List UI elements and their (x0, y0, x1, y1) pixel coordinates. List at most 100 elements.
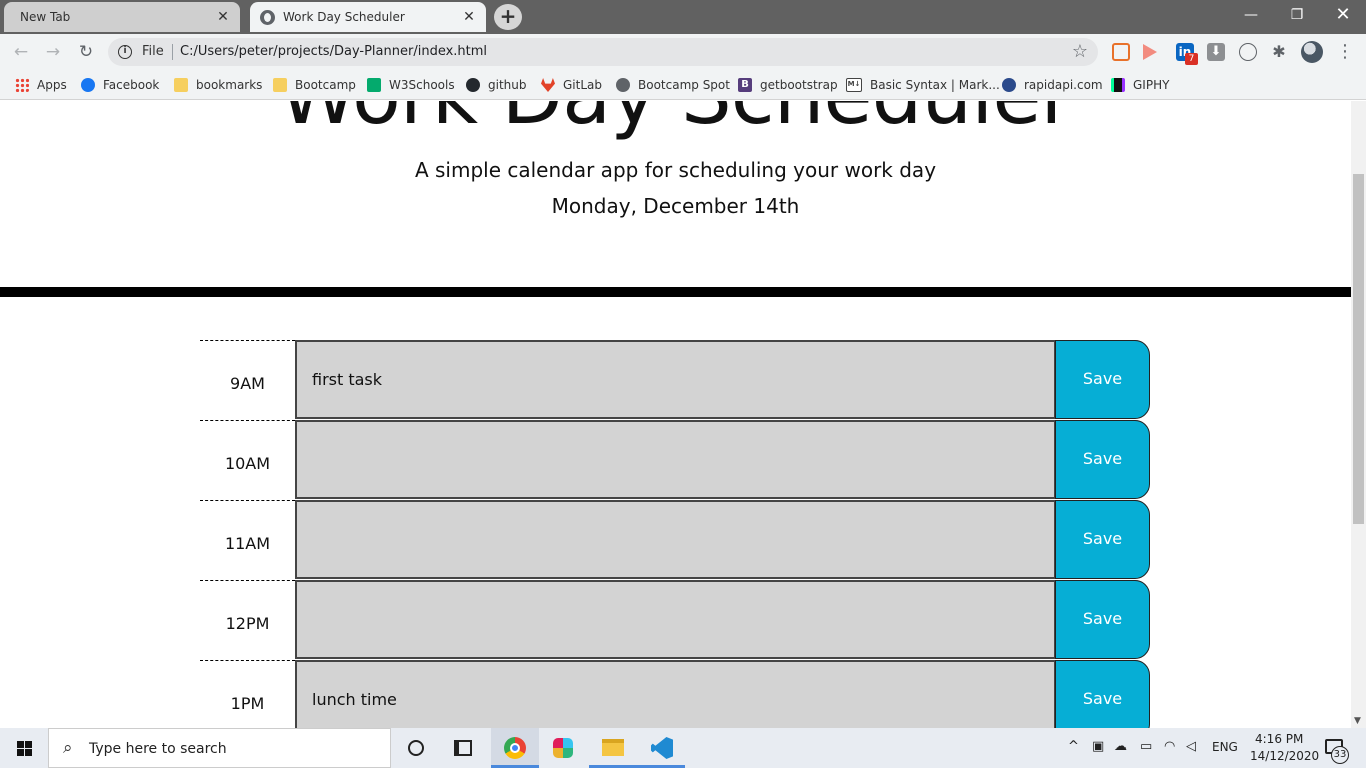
save-button[interactable]: Save (1055, 580, 1150, 659)
windows-start-icon[interactable] (0, 728, 48, 768)
profile-avatar[interactable] (1301, 41, 1323, 63)
taskbar-app-chrome[interactable] (491, 728, 539, 768)
wifi-icon[interactable]: ◠ (1164, 739, 1175, 754)
time-block-row: 10AM Save (200, 420, 1150, 500)
minimize-button[interactable]: — (1228, 4, 1274, 28)
puzzle-icon[interactable]: ✱ (1270, 43, 1288, 61)
page-viewport: Work Day Scheduler A simple calendar app… (0, 101, 1351, 728)
tab-title: Work Day Scheduler (283, 10, 405, 24)
file-explorer-icon (602, 739, 624, 756)
tab-new-tab[interactable]: New Tab ✕ (4, 2, 240, 32)
meet-now-icon[interactable]: ▣ (1092, 739, 1104, 754)
bookmark-star-icon[interactable]: ☆ (1072, 41, 1088, 62)
bookmark-bootcamp-spot[interactable]: Bootcamp Spot (616, 76, 730, 94)
tray-chevron-icon[interactable]: ^ (1068, 739, 1079, 754)
chrome-icon (504, 737, 526, 759)
bookmark-folder-bootcamp[interactable]: Bootcamp (273, 76, 356, 94)
folder-icon (273, 78, 287, 92)
bookmark-gitlab[interactable]: GitLab (541, 76, 602, 94)
bookmark-apps[interactable]: Apps (15, 76, 67, 94)
task-textarea[interactable] (295, 420, 1055, 499)
bookmark-label: rapidapi.com (1024, 78, 1103, 92)
save-button[interactable]: Save (1055, 340, 1150, 419)
save-button[interactable]: Save (1055, 500, 1150, 579)
search-placeholder: Type here to search (89, 741, 227, 757)
clock-date[interactable]: 14/12/2020 (1250, 749, 1319, 763)
address-bar[interactable]: i File C:/Users/peter/projects/Day-Plann… (108, 38, 1098, 66)
volume-icon[interactable]: ◁ (1186, 739, 1196, 754)
close-icon[interactable]: ✕ (214, 8, 232, 26)
save-button[interactable]: Save (1055, 420, 1150, 499)
bookmark-giphy[interactable]: GIPHY (1111, 76, 1169, 94)
github-icon (466, 78, 480, 92)
forward-button[interactable]: → (41, 40, 65, 64)
divider (172, 44, 173, 60)
tab-work-day-scheduler[interactable]: Work Day Scheduler ✕ (250, 2, 486, 32)
restore-button[interactable]: ❐ (1274, 4, 1320, 28)
bookmark-label: Bootcamp Spot (638, 78, 730, 92)
new-tab-button[interactable]: + (494, 4, 522, 30)
bookmark-facebook[interactable]: Facebook (81, 76, 159, 94)
taskbar-app-file-explorer[interactable] (589, 728, 637, 768)
task-textarea[interactable]: lunch time (295, 660, 1055, 728)
apps-grid-icon (15, 78, 29, 92)
hour-label: 9AM (200, 340, 295, 420)
bookmark-label: getbootstrap (760, 78, 838, 92)
reload-button[interactable]: ↻ (74, 40, 98, 64)
page-title: Work Day Scheduler (0, 101, 1351, 151)
rapidapi-icon (1002, 78, 1016, 92)
w3schools-icon (367, 78, 381, 92)
hour-label: 10AM (200, 420, 295, 500)
layout-extension-icon[interactable] (1112, 43, 1130, 61)
url-text[interactable]: C:/Users/peter/projects/Day-Planner/inde… (180, 44, 487, 59)
time-block-row: 9AM first task Save (200, 340, 1150, 420)
cast-extension-icon[interactable] (1143, 44, 1157, 60)
cortana-icon[interactable] (408, 740, 424, 756)
bookmark-label: bookmarks (196, 78, 263, 92)
scrollbar-thumb[interactable] (1353, 174, 1364, 524)
menu-icon[interactable]: ⋮ (1336, 40, 1354, 64)
task-textarea[interactable]: first task (295, 340, 1055, 419)
bookmark-getbootstrap[interactable]: Bgetbootstrap (738, 76, 838, 94)
bookmark-rapidapi[interactable]: rapidapi.com (1002, 76, 1103, 94)
windows-taskbar: ⌕ Type here to search ^ ▣ ☁ ▭ ◠ ◁ ENG 4:… (0, 728, 1366, 768)
bookmark-w3schools[interactable]: W3Schools (367, 76, 455, 94)
page-lead: A simple calendar app for scheduling you… (414, 158, 937, 182)
task-textarea[interactable] (295, 500, 1055, 579)
scheme-label: File (142, 44, 164, 59)
bootstrap-icon: B (738, 78, 752, 92)
taskbar-app-slack[interactable] (539, 728, 587, 768)
browser-toolbar: ← → ↻ i File C:/Users/peter/projects/Day… (0, 34, 1366, 70)
giphy-icon (1111, 78, 1125, 92)
hour-label: 12PM (200, 580, 295, 660)
scroll-down-arrow-icon[interactable]: ▼ (1354, 716, 1361, 726)
window-close-button[interactable]: ✕ (1320, 4, 1366, 28)
globe-icon (616, 78, 630, 92)
bookmark-label: GitLab (563, 78, 602, 92)
bookmark-label: Bootcamp (295, 78, 356, 92)
bookmark-markdown[interactable]: M↓ Basic Syntax | Mark... (846, 76, 1000, 94)
language-indicator[interactable]: ENG (1212, 740, 1238, 754)
clock-time[interactable]: 4:16 PM (1255, 732, 1303, 746)
task-view-icon[interactable] (454, 740, 472, 756)
bookmark-folder-bookmarks[interactable]: bookmarks (174, 76, 262, 94)
tab-title: New Tab (20, 10, 71, 24)
download-extension-icon[interactable]: ⬇ (1207, 43, 1225, 61)
onedrive-icon[interactable]: ☁ (1114, 739, 1127, 754)
bookmark-label: GIPHY (1133, 78, 1170, 92)
taskbar-app-vscode[interactable] (637, 728, 685, 768)
vscode-icon (651, 737, 673, 759)
task-textarea[interactable] (295, 580, 1055, 659)
scrollbar[interactable]: ▼ (1351, 101, 1366, 728)
battery-icon[interactable]: ▭ (1140, 739, 1152, 754)
bookmark-github[interactable]: github (466, 76, 526, 94)
dev-extension-icon[interactable] (1239, 43, 1257, 61)
info-icon[interactable]: i (118, 45, 132, 59)
taskbar-search-box[interactable]: ⌕ Type here to search (48, 728, 391, 768)
close-icon[interactable]: ✕ (460, 8, 478, 26)
hour-label: 11AM (200, 500, 295, 580)
gitlab-icon (541, 78, 555, 92)
back-button[interactable]: ← (9, 40, 33, 64)
save-button[interactable]: Save (1055, 660, 1150, 728)
bookmark-label: Facebook (103, 78, 160, 92)
